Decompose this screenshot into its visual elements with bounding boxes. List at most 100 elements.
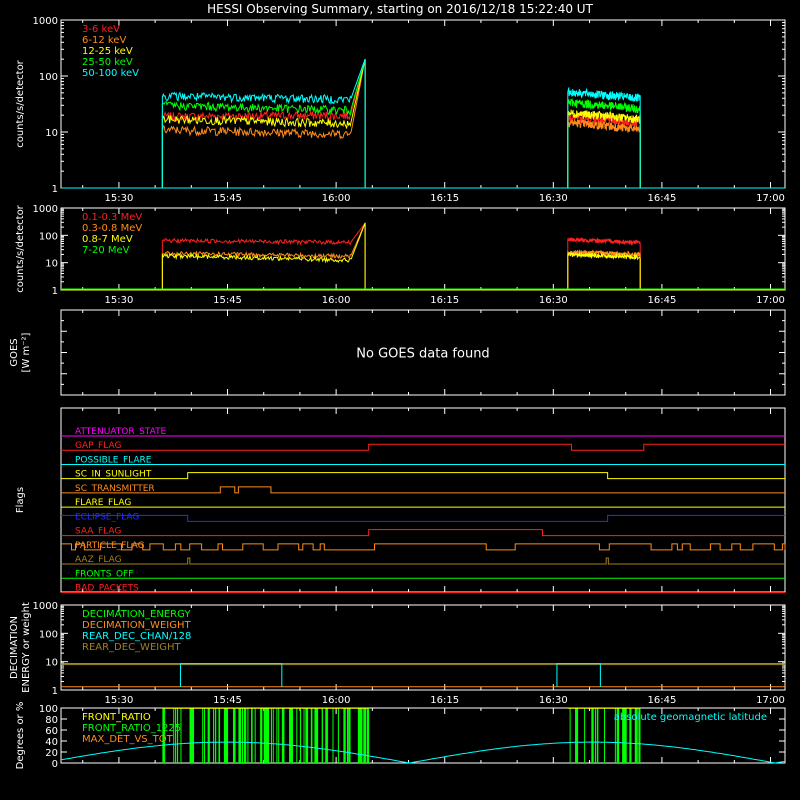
front-ratio-1225-bar bbox=[278, 708, 280, 763]
front-ratio-1225-bar bbox=[290, 708, 293, 763]
front-ratio-1225-bar bbox=[263, 708, 266, 763]
legend-entry: 12-25 keV bbox=[82, 46, 133, 57]
series-rear-dec-chan bbox=[179, 663, 283, 687]
y-axis-label-2: [W m⁻²] bbox=[21, 332, 32, 372]
front-ratio-1225-bar bbox=[240, 708, 242, 763]
front-ratio-1225-bar bbox=[604, 708, 605, 763]
front-ratio-1225-bar bbox=[270, 708, 272, 763]
x-tick-label: 16:45 bbox=[648, 193, 677, 204]
x-tick-label: 16:30 bbox=[539, 695, 568, 706]
front-ratio-1225-bar bbox=[343, 708, 346, 763]
front-ratio-1225-bar bbox=[327, 708, 329, 763]
x-tick-label: 17:00 bbox=[756, 193, 785, 204]
x-tick-label: 15:45 bbox=[213, 695, 242, 706]
legend-entry: FRONT_RATIO bbox=[82, 712, 151, 723]
legend-entry: 3-6 keV bbox=[82, 24, 120, 35]
series-rear-dec-chan bbox=[556, 663, 601, 687]
y-tick-label: 10 bbox=[45, 128, 58, 139]
front-ratio-1225-bar bbox=[584, 708, 586, 763]
x-tick-label: 17:00 bbox=[756, 695, 785, 706]
front-ratio-1225-bar bbox=[225, 708, 229, 763]
front-ratio-1225-bar bbox=[272, 708, 274, 763]
series-line bbox=[567, 236, 641, 290]
front-ratio-1225-bar bbox=[569, 708, 571, 763]
x-tick-label: 17:00 bbox=[756, 295, 785, 306]
front-ratio-1225-bar bbox=[332, 708, 334, 763]
front-ratio-1225-bar bbox=[175, 708, 177, 763]
y-axis-label: GOES bbox=[9, 338, 20, 366]
front-ratio-1225-bar bbox=[310, 708, 313, 763]
panel-frame bbox=[60, 19, 786, 189]
front-ratio-1225-bar bbox=[276, 708, 278, 763]
flag-trace bbox=[61, 529, 785, 537]
front-ratio-1225-bar bbox=[305, 708, 309, 763]
flag-trace bbox=[61, 514, 785, 522]
front-ratio-1225-bar bbox=[346, 708, 349, 763]
front-ratio-1225-bar bbox=[325, 708, 328, 763]
legend-entry: 0.3-0.8 MeV bbox=[82, 223, 142, 234]
x-tick-label: 16:00 bbox=[322, 193, 351, 204]
front-ratio-1225-bar bbox=[296, 708, 298, 763]
y-tick-label: 0 bbox=[52, 759, 58, 770]
y-tick-label: 60 bbox=[45, 726, 58, 737]
y-tick-label: 1000 bbox=[33, 16, 58, 27]
front-ratio-1225-bar bbox=[176, 708, 179, 763]
flag-trace bbox=[61, 486, 785, 494]
front-ratio-1225-bar bbox=[260, 708, 263, 763]
flag-trace bbox=[61, 557, 785, 565]
latitude-label: absolute geomagnetic latitude bbox=[614, 712, 767, 723]
front-ratio-1225-bar bbox=[213, 708, 215, 763]
front-ratio-1225-bar bbox=[348, 708, 351, 763]
front-ratio-1225-bar bbox=[299, 708, 302, 763]
front-ratio-1225-bar bbox=[214, 708, 217, 763]
geomagnetic-latitude-curve bbox=[60, 741, 786, 764]
front-ratio-1225-bar bbox=[281, 708, 285, 763]
legend-entry: MAX_DET_VS_TOT bbox=[82, 734, 174, 745]
front-ratio-1225-bar bbox=[596, 708, 599, 763]
series-line bbox=[567, 119, 641, 188]
panel-p3: GOES [W m⁻²] No GOES data found bbox=[9, 309, 786, 396]
y-tick-label: 80 bbox=[45, 715, 58, 726]
figure-title: HESSI Observing Summary, starting on 201… bbox=[207, 2, 593, 16]
front-ratio-1225-bar bbox=[267, 708, 270, 763]
series-line bbox=[161, 222, 366, 291]
front-ratio-1225-bar bbox=[242, 708, 243, 763]
x-tick-label: 16:30 bbox=[539, 295, 568, 306]
y-tick-label: 100 bbox=[39, 704, 58, 715]
legend-entry: 6-12 keV bbox=[82, 35, 126, 46]
y-axis-label: DECIMATION bbox=[9, 616, 20, 679]
y-tick-label: 1000 bbox=[33, 601, 58, 612]
x-tick-label: 15:30 bbox=[105, 193, 134, 204]
x-tick-label: 16:30 bbox=[539, 193, 568, 204]
series-line bbox=[567, 98, 641, 188]
front-ratio-1225-bar bbox=[576, 708, 579, 763]
legend-entry: 7-20 MeV bbox=[82, 245, 130, 256]
x-tick-label: 16:15 bbox=[430, 193, 459, 204]
front-ratio-1225-bar bbox=[303, 708, 305, 763]
y-tick-label: 100 bbox=[39, 629, 58, 640]
x-tick-label: 16:15 bbox=[430, 295, 459, 306]
y-axis-label: Flags bbox=[15, 487, 26, 513]
y-tick-label: 100 bbox=[39, 72, 58, 83]
x-tick-label: 15:30 bbox=[105, 695, 134, 706]
flag-label: ECLIPSE_FLAG bbox=[75, 512, 139, 522]
front-ratio-1225-bar bbox=[173, 708, 175, 763]
front-ratio-1225-bar bbox=[180, 708, 182, 763]
x-tick-label: 16:15 bbox=[430, 695, 459, 706]
panel-p1: 15:30 15:45 16:00 16:15 16:30 16:45 17:00 1 10 10… bbox=[15, 16, 786, 204]
y-tick-label: 40 bbox=[45, 737, 58, 748]
front-ratio-1225-bar bbox=[254, 708, 256, 763]
legend-entry: FRONT_RATIO_1225 bbox=[82, 723, 181, 734]
front-ratio-1225-bar bbox=[191, 708, 195, 763]
legend-entry: DECIMATION_ENERGY bbox=[82, 609, 191, 620]
series-line bbox=[567, 251, 641, 290]
legend-entry: 50-100 keV bbox=[82, 68, 139, 79]
front-ratio-1225-bar bbox=[251, 708, 253, 763]
x-tick-label: 16:00 bbox=[322, 695, 351, 706]
y-axis-label: counts/s/detector bbox=[15, 204, 26, 292]
series-line bbox=[161, 58, 366, 189]
x-tick-label: 16:45 bbox=[648, 295, 677, 306]
x-tick-label: 16:45 bbox=[648, 695, 677, 706]
flag-trace bbox=[61, 543, 786, 551]
y-tick-label: 20 bbox=[45, 748, 58, 759]
